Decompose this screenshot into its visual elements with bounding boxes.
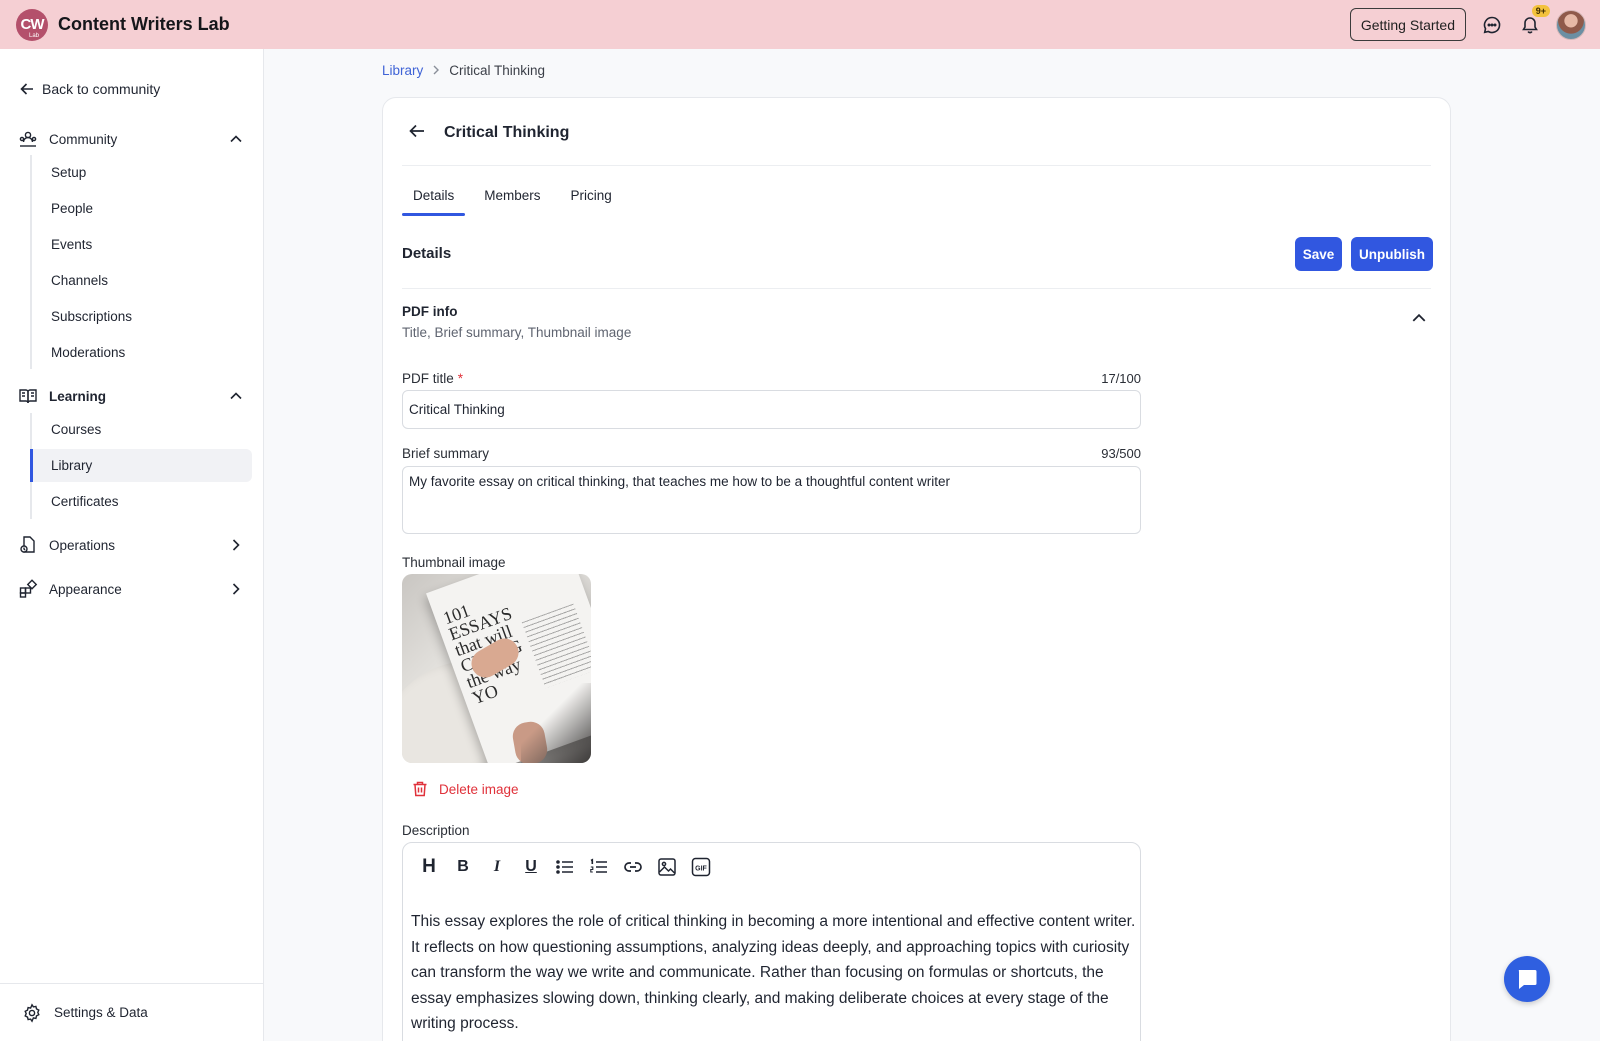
save-button[interactable]: Save [1295, 237, 1342, 271]
chevron-up-icon[interactable] [226, 386, 246, 406]
sidebar-item-moderations[interactable]: Moderations [30, 336, 252, 369]
image-icon[interactable] [655, 855, 679, 879]
community-icon [18, 129, 38, 149]
book-icon [18, 386, 38, 406]
description-label: Description [402, 823, 470, 838]
pdf-info-title: PDF info [402, 304, 458, 319]
italic-icon[interactable]: I [485, 855, 509, 879]
sidebar-section-community[interactable]: Community [18, 127, 246, 151]
bullet-list-icon[interactable] [553, 855, 577, 879]
brief-summary-textarea[interactable]: My favorite essay on critical thinking, … [402, 466, 1141, 534]
thumbnail-image[interactable]: 101 ESSAYS that will CHANG the way YO [402, 574, 591, 763]
underline-icon[interactable]: U [519, 855, 543, 879]
brief-summary-label: Brief summary [402, 446, 490, 461]
link-icon[interactable] [621, 855, 645, 879]
top-bar-actions: Getting Started 9+ [1349, 0, 1586, 49]
sidebar-item-channels[interactable]: Channels [30, 264, 252, 297]
gif-icon[interactable]: GIF [689, 855, 713, 879]
delete-image-button[interactable]: Delete image [411, 780, 519, 798]
tab-details[interactable]: Details [402, 186, 466, 216]
chevron-right-icon[interactable] [226, 579, 246, 599]
heading-icon[interactable]: H [417, 855, 441, 879]
page-title: Critical Thinking [444, 124, 570, 141]
pdf-title-label: PDF title * [402, 371, 464, 386]
svg-text:GIF: GIF [695, 866, 707, 873]
sidebar-item-people[interactable]: People [30, 192, 252, 225]
sidebar-item-setup[interactable]: Setup [30, 156, 252, 189]
bell-icon[interactable]: 9+ [1518, 4, 1550, 37]
numbered-list-icon[interactable] [587, 855, 611, 879]
chat-icon[interactable] [1480, 13, 1504, 37]
pdf-info-subtitle: Title, Brief summary, Thumbnail image [402, 325, 632, 340]
back-to-community-link[interactable]: Back to community [20, 81, 160, 97]
section-heading: Details [402, 245, 452, 262]
sidebar-item-courses[interactable]: Courses [30, 413, 252, 446]
chevron-right-icon [431, 63, 441, 78]
tab-pricing[interactable]: Pricing [560, 186, 623, 216]
brief-summary-counter: 93/500 [1101, 446, 1141, 461]
required-marker: * [457, 371, 464, 386]
thumbnail-label: Thumbnail image [402, 555, 506, 570]
back-arrow-icon[interactable] [408, 122, 430, 144]
sidebar-section-appearance[interactable]: Appearance [18, 577, 246, 601]
getting-started-button[interactable]: Getting Started [1349, 8, 1466, 41]
sidebar-item-library[interactable]: Library [30, 449, 252, 482]
chevron-right-icon[interactable] [226, 535, 246, 555]
sidebar-item-certificates[interactable]: Certificates [30, 485, 252, 518]
arrow-left-icon [20, 83, 33, 95]
pdf-title-input[interactable]: Critical Thinking [402, 390, 1141, 429]
top-bar: CW Lab Content Writers Lab Getting Start… [0, 0, 1600, 49]
bold-icon[interactable]: B [451, 855, 475, 879]
operations-icon [18, 535, 38, 555]
appearance-icon [18, 579, 38, 599]
notification-badge: 9+ [1531, 4, 1550, 17]
sidebar-section-learning[interactable]: Learning [18, 384, 246, 408]
breadcrumb-current: Critical Thinking [449, 63, 546, 78]
sidebar-item-events[interactable]: Events [30, 228, 252, 261]
breadcrumb-library-link[interactable]: Library [382, 63, 423, 78]
description-editor[interactable]: H B I U GIF This essay explores the role… [402, 842, 1141, 1041]
unpublish-button[interactable]: Unpublish [1351, 237, 1433, 271]
editor-toolbar: H B I U GIF [417, 855, 723, 879]
chat-bubble-icon [1518, 970, 1537, 989]
chevron-up-icon[interactable] [1411, 310, 1431, 330]
divider [402, 288, 1431, 289]
sidebar: Back to community Community Setup People… [0, 49, 264, 1041]
sidebar-section-operations[interactable]: Operations [18, 533, 246, 557]
card-header: Critical Thinking [402, 120, 1431, 166]
gear-icon [24, 1002, 40, 1023]
app-name[interactable]: Content Writers Lab [58, 14, 230, 35]
app-logo[interactable]: CW Lab [16, 8, 48, 41]
description-text[interactable]: This essay explores the role of critical… [411, 909, 1136, 1037]
chevron-up-icon[interactable] [226, 129, 246, 149]
content-card: Critical Thinking Details Members Pricin… [382, 97, 1451, 1041]
user-avatar[interactable] [1556, 9, 1586, 40]
tab-bar: Details Members Pricing [402, 186, 631, 216]
pdf-title-counter: 17/100 [1101, 371, 1141, 386]
sidebar-item-subscriptions[interactable]: Subscriptions [30, 300, 252, 333]
trash-icon [413, 781, 427, 797]
tab-members[interactable]: Members [473, 186, 551, 216]
breadcrumb: Library Critical Thinking [382, 63, 545, 78]
settings-data-link[interactable]: Settings & Data [0, 983, 264, 1041]
support-chat-button[interactable] [1504, 956, 1550, 1002]
